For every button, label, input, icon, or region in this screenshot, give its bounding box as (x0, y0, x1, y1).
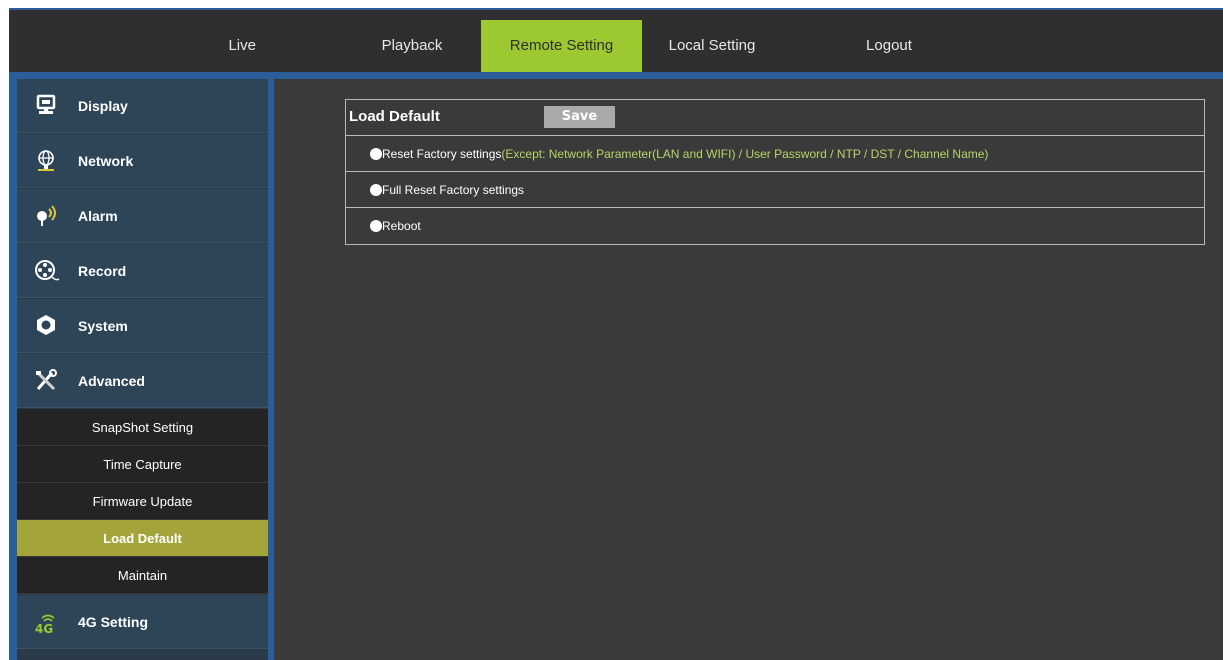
sidebar: Display Network Alarm Record System Adva… (17, 79, 268, 660)
reset-factory-note: (Except: Network Parameter(LAN and WIFI)… (501, 147, 989, 161)
tab-playback[interactable]: Playback (343, 20, 481, 72)
load-default-panel: Load Default Save Reset Factory settings… (345, 99, 1205, 245)
sidebar-item-alarm[interactable]: Alarm (17, 189, 268, 243)
svg-text:4G: 4G (35, 622, 53, 634)
tab-logout[interactable]: Logout (829, 20, 949, 72)
tab-live[interactable]: Live (9, 20, 299, 72)
tools-icon (34, 369, 60, 393)
option-row-reset-factory: Reset Factory settings(Except: Network P… (346, 136, 1204, 172)
save-button[interactable]: Save (544, 106, 615, 128)
panel-title: Load Default (349, 108, 440, 125)
4g-signal-icon: 4G (34, 610, 60, 636)
sidebar-item-label: Alarm (78, 208, 118, 224)
sidebar-subitem-maintain[interactable]: Maintain (17, 557, 268, 594)
sidebar-subitem-snapshot-setting[interactable]: SnapShot Setting (17, 409, 268, 446)
hex-nut-icon (34, 314, 60, 338)
reset-factory-label: Reset Factory settings(Except: Network P… (382, 147, 989, 161)
sidebar-item-4g-setting[interactable]: 4G 4G Setting (17, 595, 268, 649)
panel-header-row: Load Default Save (346, 100, 1204, 136)
top-navigation: Live Playback Remote Setting Local Setti… (9, 10, 1223, 72)
reboot-radio[interactable] (370, 220, 382, 232)
film-reel-icon (34, 259, 60, 283)
sidebar-item-label: 4G Setting (78, 614, 149, 630)
alarm-icon (34, 204, 60, 228)
sidebar-subitem-load-default[interactable]: Load Default (17, 520, 268, 557)
sidebar-item-label: Advanced (78, 373, 145, 389)
sidebar-item-label: Record (78, 263, 127, 279)
tab-remote-setting[interactable]: Remote Setting (481, 20, 642, 72)
monitor-icon (34, 94, 60, 118)
sidebar-item-network[interactable]: Network (17, 134, 268, 188)
full-reset-label: Full Reset Factory settings (382, 183, 525, 197)
tab-local-setting[interactable]: Local Setting (642, 20, 782, 72)
option-row-reboot: Reboot (346, 208, 1204, 244)
full-reset-radio[interactable] (370, 184, 382, 196)
globe-icon (34, 149, 60, 173)
sidebar-item-system[interactable]: System (17, 299, 268, 353)
sidebar-item-advanced[interactable]: Advanced (17, 354, 268, 408)
option-row-full-reset: Full Reset Factory settings (346, 172, 1204, 208)
sidebar-item-record[interactable]: Record (17, 244, 268, 298)
sidebar-item-label: System (78, 318, 128, 334)
sidebar-subitem-time-capture[interactable]: Time Capture (17, 446, 268, 483)
sidebar-item-label: Display (78, 98, 128, 114)
reboot-label: Reboot (382, 219, 421, 233)
reset-factory-radio[interactable] (370, 148, 382, 160)
sidebar-item-label: Network (78, 153, 134, 169)
sidebar-item-display[interactable]: Display (17, 79, 268, 133)
sidebar-subitem-firmware-update[interactable]: Firmware Update (17, 483, 268, 520)
